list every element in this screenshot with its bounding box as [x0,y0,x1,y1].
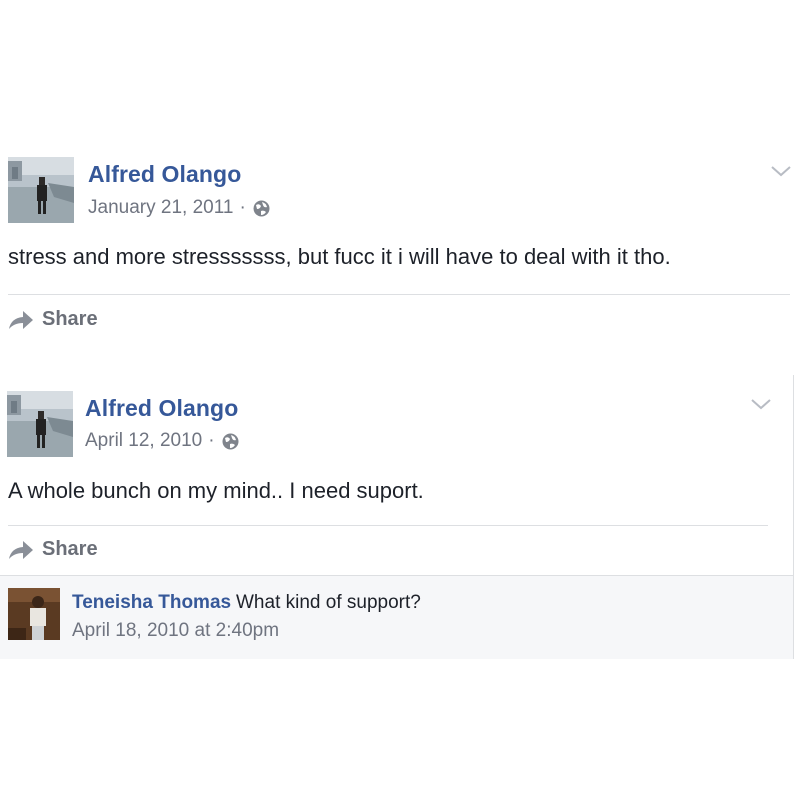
meta-separator: · [239,197,246,218]
post-card: Alfred Olango April 12, 2010 · A whole b… [0,375,794,659]
globe-icon[interactable] [253,200,270,217]
author-avatar[interactable] [7,391,73,457]
share-button[interactable]: Share [8,538,98,561]
share-button[interactable]: Share [8,308,98,331]
post-meta: January 21, 2011 · [88,197,270,219]
post-date[interactable]: April 12, 2010 [85,430,202,452]
post-date[interactable]: January 21, 2011 [88,197,233,219]
post-text: stress and more stresssssss, but fucc it… [8,244,671,269]
author-avatar[interactable] [8,157,74,223]
meta-separator: · [208,430,215,451]
globe-icon[interactable] [222,433,239,450]
share-arrow-icon [9,310,33,329]
author-name[interactable]: Alfred Olango [85,395,238,422]
comment-timestamp[interactable]: April 18, 2010 at 2:40pm [72,620,279,642]
chevron-down-icon[interactable] [750,397,772,411]
author-name[interactable]: Alfred Olango [88,161,241,188]
divider [8,525,768,526]
commenter-name[interactable]: Teneisha Thomas [72,592,231,614]
post-meta: April 12, 2010 · [85,430,239,452]
share-label: Share [42,308,98,330]
post-card: Alfred Olango January 21, 2011 · stress … [0,140,800,350]
chevron-down-icon[interactable] [770,164,792,178]
commenter-avatar[interactable] [8,588,60,640]
share-arrow-icon [9,540,33,559]
share-label: Share [42,538,98,560]
comment-section: Teneisha Thomas What kind of support? Ap… [0,575,793,659]
post-text: A whole bunch on my mind.. I need suport… [8,478,424,503]
comment-text: What kind of support? [236,592,421,613]
divider [8,294,790,295]
